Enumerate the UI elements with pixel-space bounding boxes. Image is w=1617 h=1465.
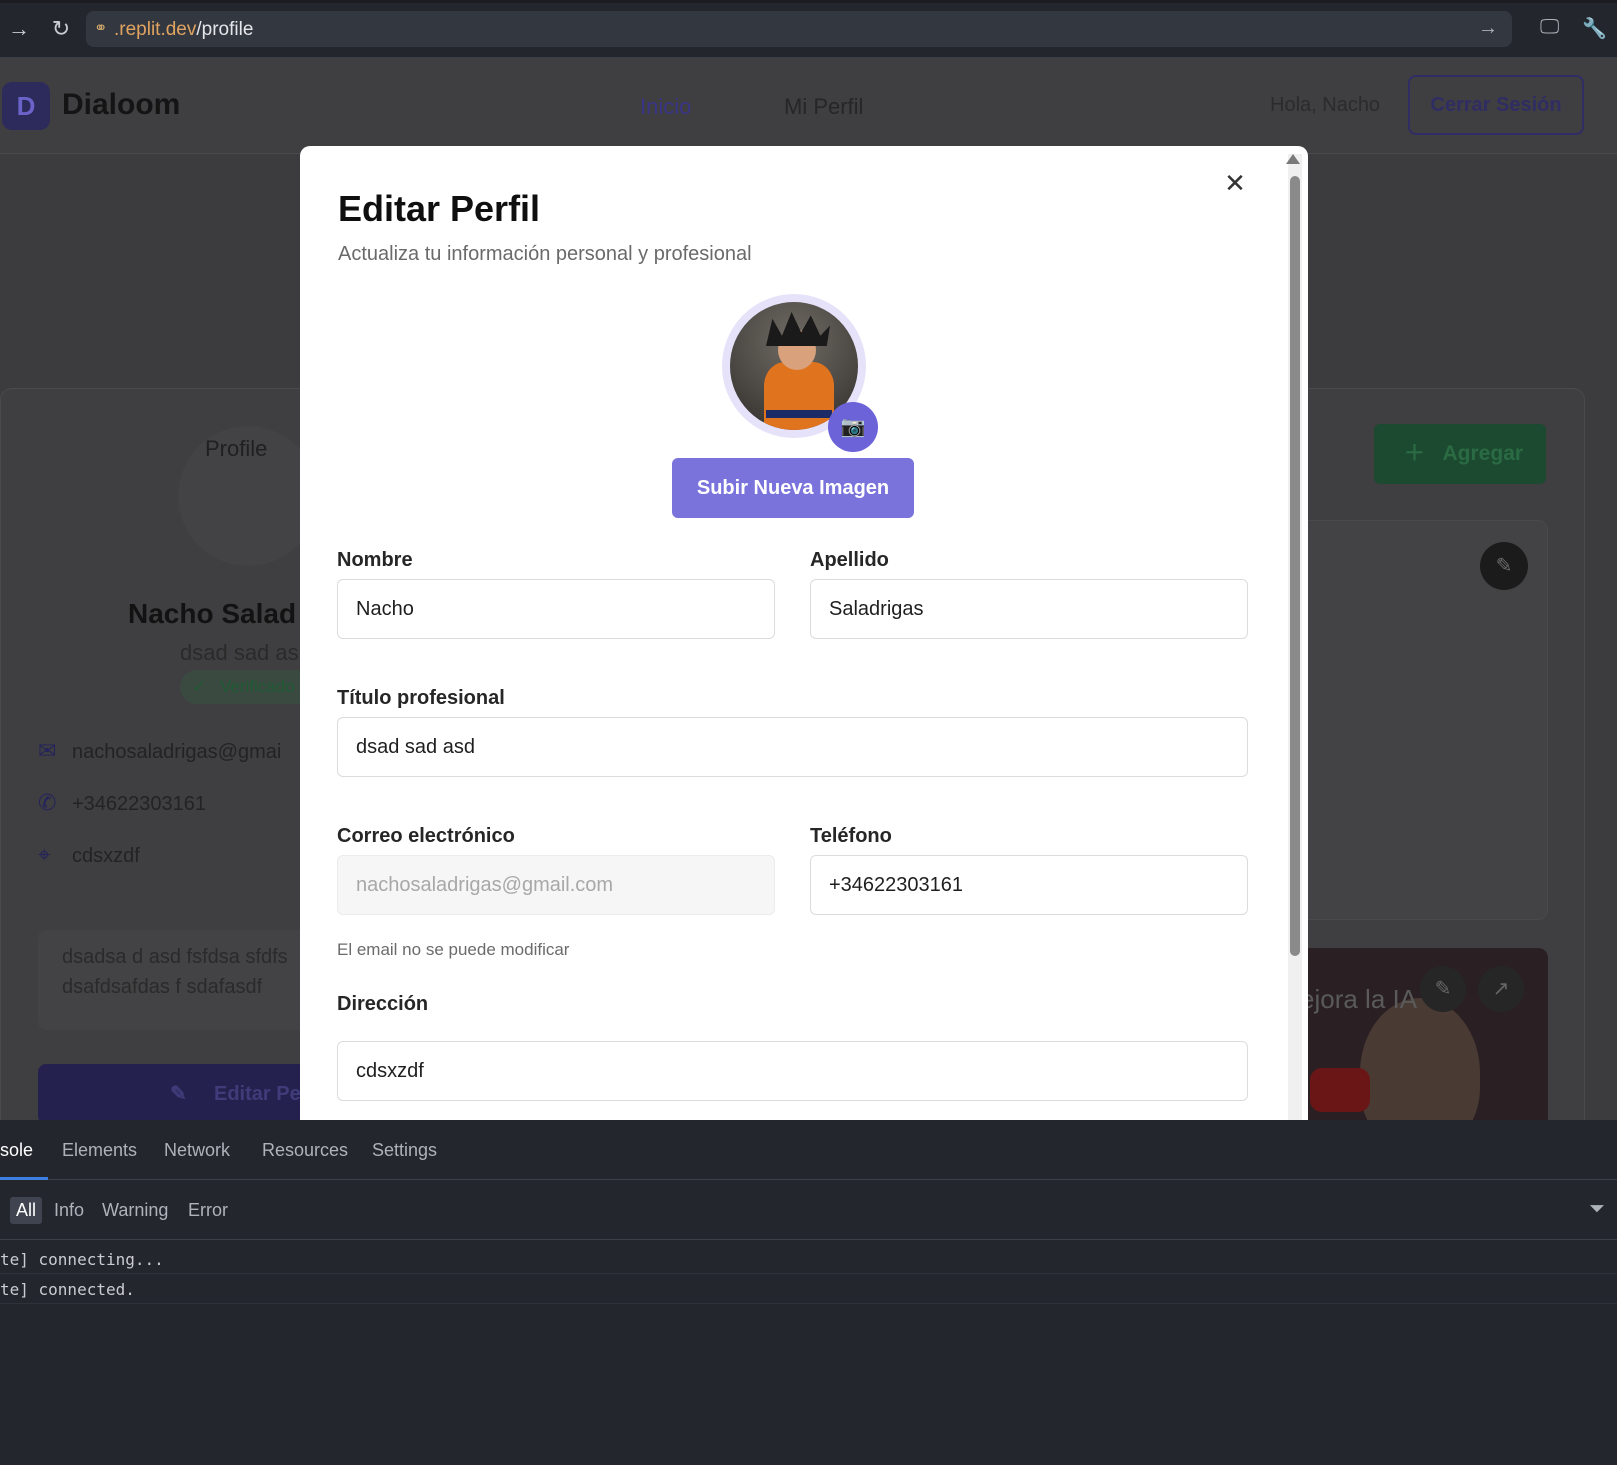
scrollbar-thumb[interactable] [1290,176,1300,956]
verified-badge: ✓ Verificado [180,670,320,704]
tab-network[interactable]: Network [164,1140,230,1161]
avatar-figure-hair [766,312,830,346]
bio-line: dsadsa d asd fsfdsa sfdfs [62,946,288,968]
pencil-icon[interactable]: ✎ [1480,542,1528,590]
filter-info[interactable]: Info [54,1200,84,1221]
title-label: Título profesional [337,687,505,709]
dialog-subtitle: Actualiza tu información personal y prof… [338,243,752,265]
tab-resources[interactable]: Resources [262,1140,348,1161]
phone-label: Teléfono [810,825,892,847]
upload-image-button[interactable]: Subir Nueva Imagen [672,458,914,518]
first-name-input[interactable]: Nacho [337,579,775,639]
console-log-line: te] connected. [0,1274,1617,1304]
profile-name: Nacho Salad [128,598,297,629]
edit-profile-dialog: ✕ Editar Perfil Actualiza tu información… [300,146,1308,1120]
title-input[interactable]: dsad sad asd [337,717,1248,777]
address-input[interactable]: cdsxzdf [337,1041,1248,1101]
avatar-figure-body [764,362,834,430]
close-icon[interactable]: ✕ [1220,168,1250,198]
filter-error[interactable]: Error [188,1200,228,1221]
bio-line: dsafdsafdas f sdafasdf [62,976,263,998]
forward-icon[interactable]: → [6,16,32,42]
devices-icon[interactable]: 🖵 [1540,16,1559,39]
profile-bio: dsadsa d asd fsfdsa sfdfs dsafdsafdas f … [38,930,338,1030]
edit-profile-button[interactable]: ✎ Editar Pe [38,1064,338,1120]
dialog-title: Editar Perfil [338,188,541,229]
last-name-label: Apellido [810,549,889,571]
go-icon[interactable]: → [1478,17,1498,40]
email-field: nachosaladrigas@gmail.com [337,855,775,915]
link-icon: ⚭ [94,20,108,37]
tab-strip [0,0,1617,3]
add-button[interactable]: ＋ Agregar [1374,424,1546,484]
video-title: ejora la IA [1300,984,1418,1014]
wrench-icon[interactable]: 🔧 [1582,16,1607,41]
first-name-label: Nombre [337,549,413,571]
edit-profile-label: Editar Pe [214,1083,301,1105]
contact-phone: ✆ +34622303161 [38,790,207,815]
greeting: Hola, Nacho [1270,94,1381,116]
verified-label: Verificado [220,677,295,696]
browser-toolbar: → ↻ ⚭ .replit.dev/profile → 🖵 🔧 [0,0,1617,58]
phone-icon: ✆ [38,790,57,815]
filter-warning[interactable]: Warning [102,1200,168,1221]
avatar-alt-text: Profile [205,436,268,461]
video-card[interactable]: ejora la IA ✎ ↗ [1300,948,1548,1120]
address-bar[interactable]: ⚭ .replit.dev/profile → [86,11,1512,47]
plus-icon: ＋ [1404,442,1425,465]
pencil-icon[interactable]: ✎ [1420,966,1466,1012]
devtools-tabs: sole Elements Network Resources Settings [0,1120,1617,1180]
external-link-icon[interactable]: ↗ [1478,966,1524,1012]
email-label: Correo electrónico [337,825,515,847]
last-name-input[interactable]: Saladrigas [810,579,1248,639]
phone-input[interactable]: +34622303161 [810,855,1248,915]
reload-icon[interactable]: ↻ [48,16,74,42]
devtools-panel: sole Elements Network Resources Settings… [0,1120,1617,1465]
nav-profile[interactable]: Mi Perfil [784,94,863,120]
app-header: D Dialoom Inicio Mi Perfil Hola, Nacho C… [0,58,1617,154]
scroll-up-arrow[interactable] [1286,154,1300,164]
url-text: .replit.dev/profile [114,19,254,40]
tab-console[interactable]: sole [0,1140,33,1161]
tab-settings[interactable]: Settings [372,1140,437,1161]
camera-icon[interactable]: 📷 [828,402,878,452]
nav-home[interactable]: Inicio [640,94,691,120]
logo[interactable]: D [2,82,50,130]
filter-icon[interactable]: ⏷ [1589,1198,1605,1221]
tab-elements[interactable]: Elements [62,1140,137,1161]
address-label: Dirección [337,993,429,1015]
edit-icon: ✎ [170,1083,187,1105]
brand-name[interactable]: Dialoom [62,88,180,122]
check-circle-icon: ✓ [192,677,207,696]
contact-email: ✉ nachosaladrigas@gmai [38,738,282,763]
logout-button[interactable]: Cerrar Sesión [1408,75,1584,135]
console-log-line: te] connecting... [0,1244,1617,1274]
avatar-figure-belt [766,410,832,418]
email-hint: El email no se puede modificar [337,940,570,959]
profile-title: dsad sad as [180,640,299,665]
map-pin-icon: ⌖ [38,842,51,867]
add-label: Agregar [1442,442,1524,465]
youtube-icon [1310,1068,1370,1112]
mail-icon: ✉ [38,738,57,763]
contact-address: ⌖ cdsxzdf [38,842,140,867]
filter-all[interactable]: All [10,1197,43,1224]
video-thumbnail-person [1360,998,1480,1120]
console-filter-bar: All Info Warning Error ⏷ [0,1180,1617,1240]
